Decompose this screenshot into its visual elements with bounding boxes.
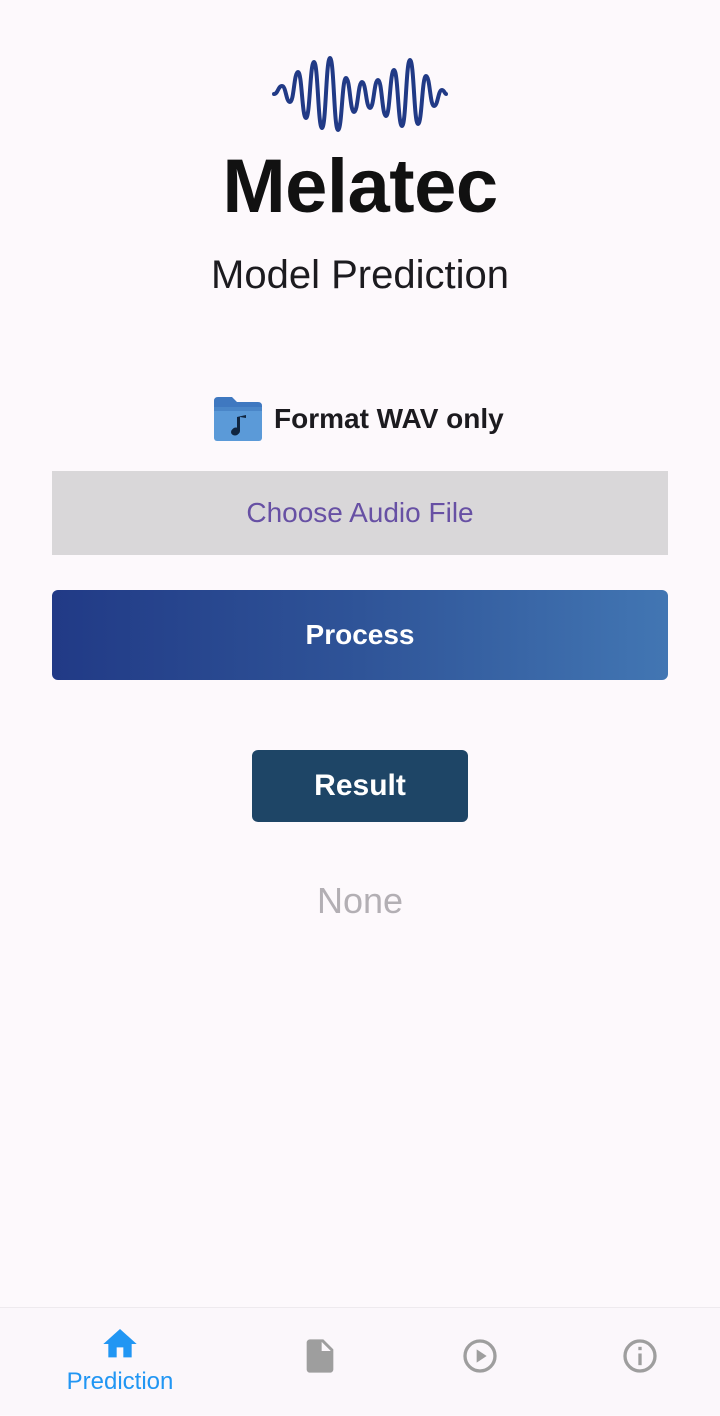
result-button[interactable]: Result	[252, 750, 468, 822]
choose-audio-file-button[interactable]: Choose Audio File	[52, 471, 668, 555]
prediction-screen: Melatec Model Prediction Format WAV only…	[0, 0, 720, 1415]
nav-item-info[interactable]	[550, 1308, 720, 1416]
nav-label-prediction: Prediction	[66, 1368, 174, 1395]
result-value: None	[316, 880, 404, 921]
home-icon	[103, 1329, 137, 1358]
nav-item-documents[interactable]	[230, 1308, 410, 1416]
process-button[interactable]: Process	[52, 590, 668, 680]
nav-item-play[interactable]	[390, 1308, 570, 1416]
audio-folder-icon	[214, 397, 262, 441]
info-icon	[623, 1339, 657, 1373]
page-subtitle: Model Prediction	[211, 253, 509, 297]
bottom-navigation: Prediction	[0, 1307, 720, 1415]
format-hint: Format WAV only	[212, 394, 504, 444]
app-title: Melatec	[222, 144, 498, 229]
document-icon	[306, 1339, 334, 1373]
nav-item-prediction[interactable]: Prediction	[30, 1308, 210, 1416]
sound-wave-icon	[272, 56, 448, 132]
play-circle-icon	[463, 1339, 497, 1373]
format-text: Format WAV only	[274, 403, 504, 434]
